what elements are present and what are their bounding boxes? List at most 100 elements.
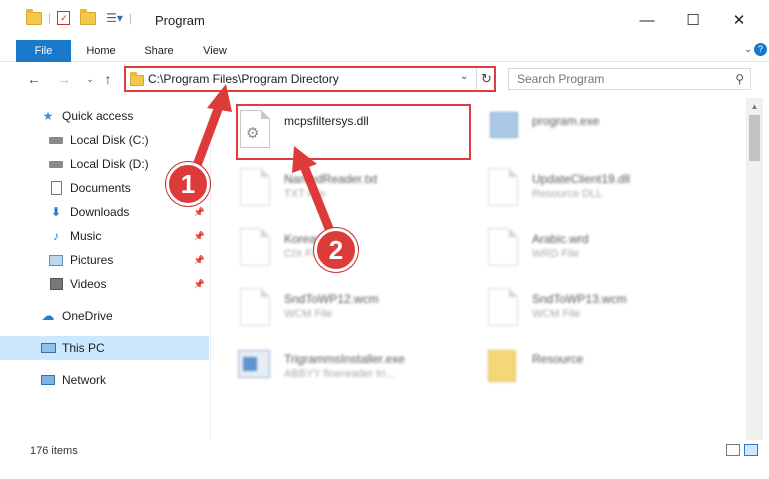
drive-icon	[48, 133, 64, 147]
title-bar: | ✓ ☰▾ | Program — ☐ ✕	[0, 0, 769, 40]
generic-file-icon	[240, 228, 270, 266]
navigation-pane: ★ Quick access Local Disk (C:) Local Dis…	[0, 98, 211, 440]
refresh-icon[interactable]: ↻	[476, 68, 496, 90]
file-name: program.exe	[532, 114, 600, 128]
back-button[interactable]: ←	[24, 68, 44, 90]
file-name: TrigrammsInstaller.exe	[284, 352, 405, 366]
nav-item-label: Music	[70, 229, 102, 243]
address-bar[interactable]: C:\Program Files\Program Directory ⌄ ↻	[124, 66, 496, 92]
search-input[interactable]	[509, 69, 719, 89]
quick-access-toolbar: | ✓ ☰▾ |	[26, 8, 138, 25]
nav-item-label: Local Disk (D:)	[70, 157, 149, 171]
nav-item-label: OneDrive	[62, 309, 113, 323]
star-icon: ★	[42, 109, 54, 123]
up-button[interactable]: ↑	[98, 68, 118, 90]
file-type: WCM File	[284, 308, 333, 320]
nav-item-label: Downloads	[70, 205, 130, 219]
file-name: UpdateClient19.dll	[532, 172, 631, 186]
file-item-arabic[interactable]: Arabic.wrd WRD File	[460, 224, 700, 274]
nav-item-label: Videos	[70, 277, 107, 291]
nav-item-quick-access[interactable]: ★ Quick access	[0, 104, 209, 128]
toolbar-separator: |	[128, 11, 133, 25]
file-highlight-box	[236, 104, 471, 160]
window-title: Program	[155, 13, 205, 28]
tab-view[interactable]: View	[193, 40, 237, 62]
nav-item-label: Quick access	[62, 109, 134, 123]
item-count: 176 items	[30, 445, 78, 457]
folder-item-resource[interactable]: Resource	[460, 344, 700, 394]
minimize-button[interactable]: —	[624, 0, 670, 40]
step-badge-1: 1	[166, 162, 210, 206]
search-icon[interactable]: ⚲	[735, 72, 744, 86]
tab-home[interactable]: Home	[78, 40, 124, 62]
download-icon: ⬇	[50, 205, 62, 219]
file-item-namedreader[interactable]: NamedReader.txt TXT File	[212, 164, 452, 214]
properties-icon[interactable]: ✓	[57, 11, 71, 25]
search-box[interactable]: ⚲	[508, 68, 751, 90]
file-type: WCM File	[532, 308, 581, 320]
file-type: ABBYY finereader tri...	[284, 368, 395, 380]
expand-ribbon-icon[interactable]: ⌄	[744, 44, 752, 55]
pin-icon[interactable]: 📌	[194, 255, 205, 266]
nav-item-this-pc[interactable]: This PC	[0, 336, 209, 360]
network-icon	[40, 373, 56, 387]
folder-icon	[488, 350, 516, 382]
nav-item-local-disk-c[interactable]: Local Disk (C:)	[0, 128, 209, 152]
generic-file-icon	[488, 288, 518, 326]
scroll-up-icon[interactable]: ▲	[746, 98, 763, 115]
file-item-updateclient[interactable]: UpdateClient19.dll Resource DLL	[460, 164, 700, 214]
nav-item-onedrive[interactable]: ☁ OneDrive	[0, 304, 209, 328]
pin-icon[interactable]: 📌	[194, 231, 205, 242]
nav-item-videos[interactable]: Videos 📌	[0, 272, 209, 296]
file-type: TXT File	[284, 188, 326, 200]
address-dropdown-icon[interactable]: ⌄	[460, 71, 468, 82]
large-icons-view-icon[interactable]	[744, 444, 758, 456]
exe-file-icon	[490, 112, 518, 138]
nav-item-network[interactable]: Network	[0, 368, 209, 392]
scroll-thumb[interactable]	[749, 115, 760, 161]
file-type: WRD File	[532, 248, 580, 260]
status-bar: 176 items	[0, 440, 769, 462]
nav-item-pictures[interactable]: Pictures 📌	[0, 248, 209, 272]
pin-icon[interactable]: 📌	[194, 207, 205, 218]
ribbon-tabs: File Home Share View ⌄ ?	[0, 40, 769, 62]
file-item-program-exe[interactable]: program.exe	[460, 106, 700, 156]
tab-file[interactable]: File	[16, 40, 71, 62]
details-view-icon[interactable]	[726, 444, 740, 456]
address-path[interactable]: C:\Program Files\Program Directory	[148, 72, 339, 86]
maximize-button[interactable]: ☐	[670, 0, 716, 40]
cloud-icon: ☁	[41, 308, 55, 323]
forward-button[interactable]: →	[54, 68, 74, 90]
file-name: SndToWP12.wcm	[284, 292, 379, 306]
file-name: Arabic.wrd	[532, 232, 589, 246]
file-type: Resource DLL	[532, 188, 603, 200]
file-name: SndToWP13.wcm	[532, 292, 627, 306]
music-icon: ♪	[53, 229, 59, 243]
tab-share[interactable]: Share	[136, 40, 182, 62]
file-item-trigramms[interactable]: TrigrammsInstaller.exe ABBYY finereader …	[212, 344, 452, 394]
file-item-sndtowp13[interactable]: SndToWP13.wcm WCM File	[460, 284, 700, 334]
nav-item-label: Network	[62, 373, 107, 387]
file-item-sndtowp12[interactable]: SndToWP12.wcm WCM File	[212, 284, 452, 334]
folder-icon	[130, 72, 144, 86]
recent-locations-icon[interactable]: ⌄	[80, 68, 100, 90]
address-bar-row: ← → ⌄ ↑ C:\Program Files\Program Directo…	[0, 63, 769, 97]
toolbar-separator: |	[48, 11, 52, 25]
dll-file-icon	[488, 168, 518, 206]
close-button[interactable]: ✕	[716, 0, 762, 40]
customize-toolbar-icon[interactable]: ☰▾	[106, 11, 123, 25]
nav-item-music[interactable]: ♪ Music 📌	[0, 224, 209, 248]
computer-icon	[40, 341, 56, 355]
generic-file-icon	[240, 288, 270, 326]
help-icon[interactable]: ?	[754, 43, 767, 56]
nav-item-label: Local Disk (C:)	[70, 133, 149, 147]
vertical-scrollbar[interactable]: ▲	[746, 98, 763, 440]
generic-file-icon	[488, 228, 518, 266]
folder-icon[interactable]	[26, 8, 42, 25]
file-name: Resource	[532, 352, 584, 366]
nav-item-label: Documents	[70, 181, 131, 195]
pictures-icon	[48, 253, 64, 267]
drive-icon	[48, 157, 64, 171]
pin-icon[interactable]: 📌	[194, 279, 205, 290]
new-folder-icon[interactable]	[80, 8, 97, 25]
